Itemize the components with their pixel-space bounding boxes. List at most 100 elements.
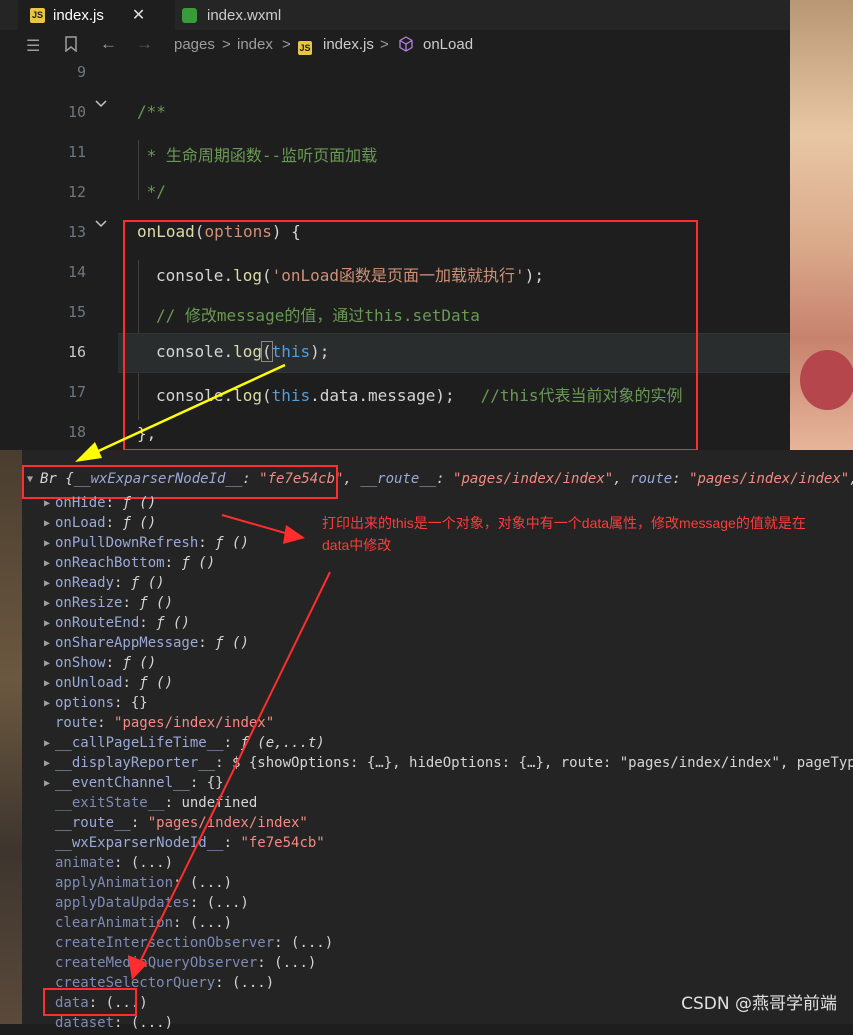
console-key: onShow (55, 655, 106, 671)
console-separator: : (122, 595, 140, 611)
expand-triangle-icon[interactable]: ▶ (44, 558, 50, 569)
console-value: $ {showOptions: {…}, hideOptions: {…}, r… (232, 755, 853, 771)
console-separator: : (257, 955, 275, 971)
expand-triangle-icon[interactable]: ▶ (44, 758, 50, 769)
console-key: onRouteEnd (55, 615, 140, 631)
console-row[interactable]: onRouteEnd: ƒ () (55, 615, 190, 635)
console-row[interactable]: applyDataUpdates: (...) (55, 895, 249, 915)
console-separator: : (130, 815, 148, 831)
console-separator: : (139, 615, 157, 631)
photo-detail (800, 350, 853, 410)
fold-chevron-icon[interactable] (94, 216, 108, 230)
console-row[interactable]: createIntersectionObserver: (...) (55, 935, 333, 955)
console-value: (...) (291, 935, 334, 951)
console-row[interactable]: applyAnimation: (...) (55, 875, 232, 895)
breadcrumb-item[interactable]: pages (174, 36, 215, 53)
line-number: 17 (67, 383, 86, 401)
console-row[interactable]: onResize: ƒ () (55, 595, 173, 615)
console-key: onUnload (55, 675, 123, 691)
console-row[interactable]: __route__: "pages/index/index" (55, 815, 308, 835)
fold-chevron-icon[interactable] (94, 96, 108, 110)
bookmark-icon[interactable] (64, 36, 78, 56)
console-value: (...) (274, 955, 317, 971)
console-row[interactable]: __wxExparserNodeId__: "fe7e54cb" (55, 835, 325, 855)
console-row[interactable]: onPullDownRefresh: ƒ () (55, 535, 249, 555)
console-row[interactable]: __exitState__: undefined (55, 795, 257, 815)
list-icon[interactable]: ☰ (26, 36, 40, 56)
console-row[interactable]: dataset: (...) (55, 1015, 173, 1035)
console-value: "pages/index/index" (114, 715, 275, 731)
console-row[interactable]: onShareAppMessage: ƒ () (55, 635, 249, 655)
expand-triangle-icon[interactable]: ▶ (44, 738, 50, 749)
line-number: 9 (76, 63, 86, 81)
console-value: ƒ () (122, 655, 157, 671)
breadcrumb-item[interactable]: index.js (323, 36, 374, 53)
line-number: 14 (67, 263, 86, 281)
tab-index-js[interactable]: JS index.js ✕ (18, 0, 175, 30)
console-separator: : (274, 935, 292, 951)
console-row[interactable]: onReachBottom: ƒ () (55, 555, 215, 575)
console-row[interactable]: onLoad: ƒ () (55, 515, 156, 535)
breadcrumb: ☰ ← → pages > index > JS index.js > onLo… (0, 30, 790, 60)
js-file-icon: JS (30, 7, 45, 23)
expand-triangle-icon[interactable]: ▶ (44, 618, 50, 629)
console-value: "pages/index/index" (147, 815, 308, 831)
console-key: onReady (55, 575, 115, 591)
expand-triangle-icon[interactable]: ▶ (44, 578, 50, 589)
expand-triangle-icon[interactable]: ▶ (44, 698, 50, 709)
line-number: 10 (67, 103, 86, 121)
console-separator: : (215, 755, 233, 771)
console-value: (...) (130, 1015, 174, 1031)
console-key: createMediaQueryObserver (55, 955, 258, 971)
tab-index-wxml[interactable]: index.wxml (170, 0, 332, 30)
breadcrumb-item[interactable]: index (237, 36, 273, 53)
console-row[interactable]: __displayReporter__: $ {showOptions: {…}… (55, 755, 853, 775)
expand-triangle-icon[interactable]: ▶ (44, 518, 50, 529)
annotation-text: 打印出来的this是一个对象，对象中有一个data属性，修改message的值就… (322, 515, 806, 531)
console-separator: : (189, 895, 207, 911)
console-key: onReachBottom (55, 555, 165, 571)
console-key: onResize (55, 595, 123, 611)
console-value: undefined (181, 795, 258, 811)
console-separator: : (223, 835, 241, 851)
close-icon[interactable]: ✕ (132, 5, 145, 25)
expand-triangle-icon[interactable]: ▶ (44, 538, 50, 549)
console-row[interactable]: onHide: ƒ () (55, 495, 156, 515)
console-value: {} (206, 775, 224, 791)
console-key: onLoad (55, 515, 106, 531)
expand-triangle-icon[interactable]: ▶ (44, 498, 50, 509)
console-value: (...) (232, 975, 275, 991)
console-key: dataset (55, 1015, 115, 1031)
console-value: ƒ () (130, 575, 165, 591)
console-row[interactable]: onReady: ƒ () (55, 575, 165, 595)
expand-triangle-icon[interactable]: ▶ (44, 778, 50, 789)
console-row[interactable]: route: "pages/index/index" (55, 715, 274, 735)
console-row[interactable]: __eventChannel__: {} (55, 775, 224, 795)
console-row[interactable]: options: {} (55, 695, 148, 715)
object-key: __route__ (360, 471, 437, 487)
console-row[interactable]: clearAnimation: (...) (55, 915, 232, 935)
expand-triangle-icon[interactable]: ▶ (44, 638, 50, 649)
console-separator: : (189, 775, 207, 791)
console-row[interactable]: onUnload: ƒ () (55, 675, 173, 695)
expand-triangle-icon[interactable]: ▶ (44, 678, 50, 689)
code-line: * 生命周期函数--监听页面加载 (137, 146, 378, 165)
console-left-strip (0, 450, 22, 1024)
console-value: ƒ () (139, 595, 174, 611)
forward-arrow-icon[interactable]: → (136, 34, 153, 54)
console-key: __callPageLifeTime__ (55, 735, 224, 751)
console-separator: : (173, 875, 190, 891)
console-key: onShareAppMessage (55, 635, 199, 651)
console-row[interactable]: onShow: ƒ () (55, 655, 156, 675)
breadcrumb-separator: > (282, 36, 291, 53)
console-value: ƒ () (139, 675, 174, 691)
console-separator: : (105, 495, 123, 511)
console-row[interactable]: animate: (...) (55, 855, 173, 875)
expand-triangle-icon[interactable]: ▶ (44, 658, 50, 669)
expand-triangle-icon[interactable]: ▶ (44, 598, 50, 609)
back-arrow-icon[interactable]: ← (100, 34, 117, 54)
console-row[interactable]: createMediaQueryObserver: (...) (55, 955, 316, 975)
breadcrumb-item[interactable]: onLoad (423, 36, 473, 53)
code-line: */ (137, 182, 166, 201)
console-row[interactable]: __callPageLifeTime__: ƒ (e,...t) (55, 735, 325, 755)
